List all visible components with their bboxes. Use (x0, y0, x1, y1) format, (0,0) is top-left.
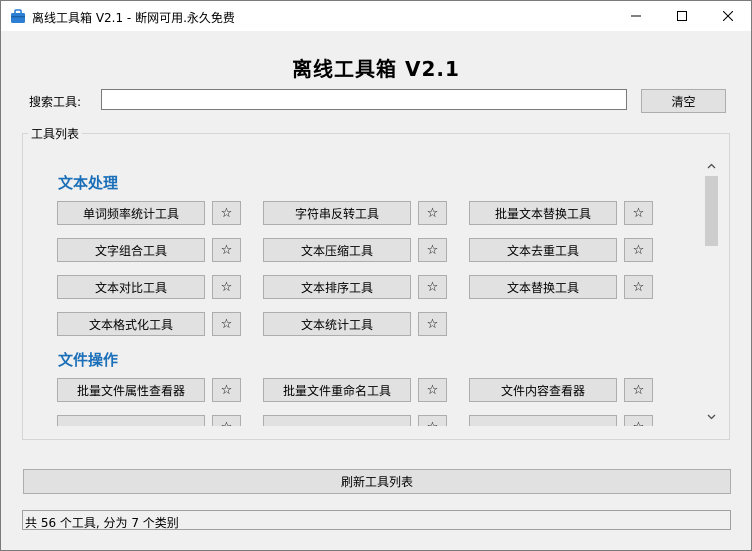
refresh-tool-list-button[interactable]: 刷新工具列表 (23, 469, 731, 494)
app-heading: 离线工具箱 V2.1 (292, 57, 460, 81)
favorite-button[interactable]: ☆ (212, 378, 241, 402)
close-icon (723, 11, 733, 21)
tool-list-scroll-area[interactable]: 文本处理单词频率统计工具 ☆ 字符串反转工具 ☆ 批量文本替换工具 ☆ 文字组合工具 ☆ 文本压… (23, 142, 701, 426)
app-window: 离线工具箱 V2.1 - 断网可用.永久免费 离线工具箱 V2.1 搜索工具: … (0, 0, 752, 551)
window-title: 离线工具箱 V2.1 - 断网可用.永久免费 (32, 11, 235, 25)
maximize-button[interactable] (659, 1, 705, 31)
minimize-icon (631, 15, 641, 17)
favorite-button[interactable]: ☆ (624, 415, 653, 426)
tool-button[interactable] (469, 415, 617, 426)
favorite-button[interactable]: ☆ (212, 238, 241, 262)
tool-button[interactable]: 文本格式化工具 (57, 312, 205, 336)
favorite-button[interactable]: ☆ (418, 312, 447, 336)
search-input[interactable] (101, 89, 627, 110)
toolbox-icon (11, 9, 25, 23)
tool-button[interactable]: 文件内容查看器 (469, 378, 617, 402)
scroll-up-button[interactable] (703, 157, 720, 174)
tool-button[interactable]: 文本去重工具 (469, 238, 617, 262)
status-text: 共 56 个工具, 分为 7 个类别 (25, 516, 179, 530)
tool-button[interactable]: 字符串反转工具 (263, 201, 411, 225)
close-button[interactable] (705, 1, 751, 31)
category-heading: 文件操作 (58, 351, 119, 369)
maximize-icon (677, 11, 687, 21)
favorite-button[interactable]: ☆ (212, 415, 241, 426)
tool-button[interactable]: 文本替换工具 (469, 275, 617, 299)
search-label: 搜索工具: (29, 95, 82, 109)
tool-button[interactable]: 文本对比工具 (57, 275, 205, 299)
tool-button[interactable]: 批量文件重命名工具 (263, 378, 411, 402)
favorite-button[interactable]: ☆ (418, 201, 447, 225)
tool-button[interactable]: 单词频率统计工具 (57, 201, 205, 225)
tool-button[interactable]: 文本排序工具 (263, 275, 411, 299)
favorite-button[interactable]: ☆ (212, 312, 241, 336)
scroll-down-button[interactable] (703, 408, 720, 425)
tool-button[interactable]: 文本压缩工具 (263, 238, 411, 262)
chevron-down-icon (707, 414, 716, 419)
scrollbar-thumb[interactable] (705, 176, 718, 246)
vertical-scrollbar[interactable] (703, 157, 720, 425)
category-heading: 文本处理 (58, 174, 119, 192)
tool-button[interactable]: 批量文本替换工具 (469, 201, 617, 225)
title-bar[interactable]: 离线工具箱 V2.1 - 断网可用.永久免费 (1, 1, 751, 31)
clear-button[interactable]: 清空 (641, 89, 726, 113)
chevron-up-icon (707, 163, 716, 168)
favorite-button[interactable]: ☆ (418, 415, 447, 426)
tool-list-group-title: 工具列表 (28, 125, 83, 142)
favorite-button[interactable]: ☆ (624, 201, 653, 225)
favorite-button[interactable]: ☆ (212, 275, 241, 299)
tool-button[interactable]: 文本统计工具 (263, 312, 411, 336)
favorite-button[interactable]: ☆ (624, 275, 653, 299)
tool-button[interactable]: 批量文件属性查看器 (57, 378, 205, 402)
tool-button[interactable] (263, 415, 411, 426)
tool-button[interactable]: 文字组合工具 (57, 238, 205, 262)
status-bar: 共 56 个工具, 分为 7 个类别 (22, 510, 731, 530)
favorite-button[interactable]: ☆ (418, 378, 447, 402)
favorite-button[interactable]: ☆ (624, 238, 653, 262)
favorite-button[interactable]: ☆ (212, 201, 241, 225)
favorite-button[interactable]: ☆ (418, 275, 447, 299)
tool-button[interactable] (57, 415, 205, 426)
minimize-button[interactable] (613, 1, 659, 31)
favorite-button[interactable]: ☆ (624, 378, 653, 402)
favorite-button[interactable]: ☆ (418, 238, 447, 262)
